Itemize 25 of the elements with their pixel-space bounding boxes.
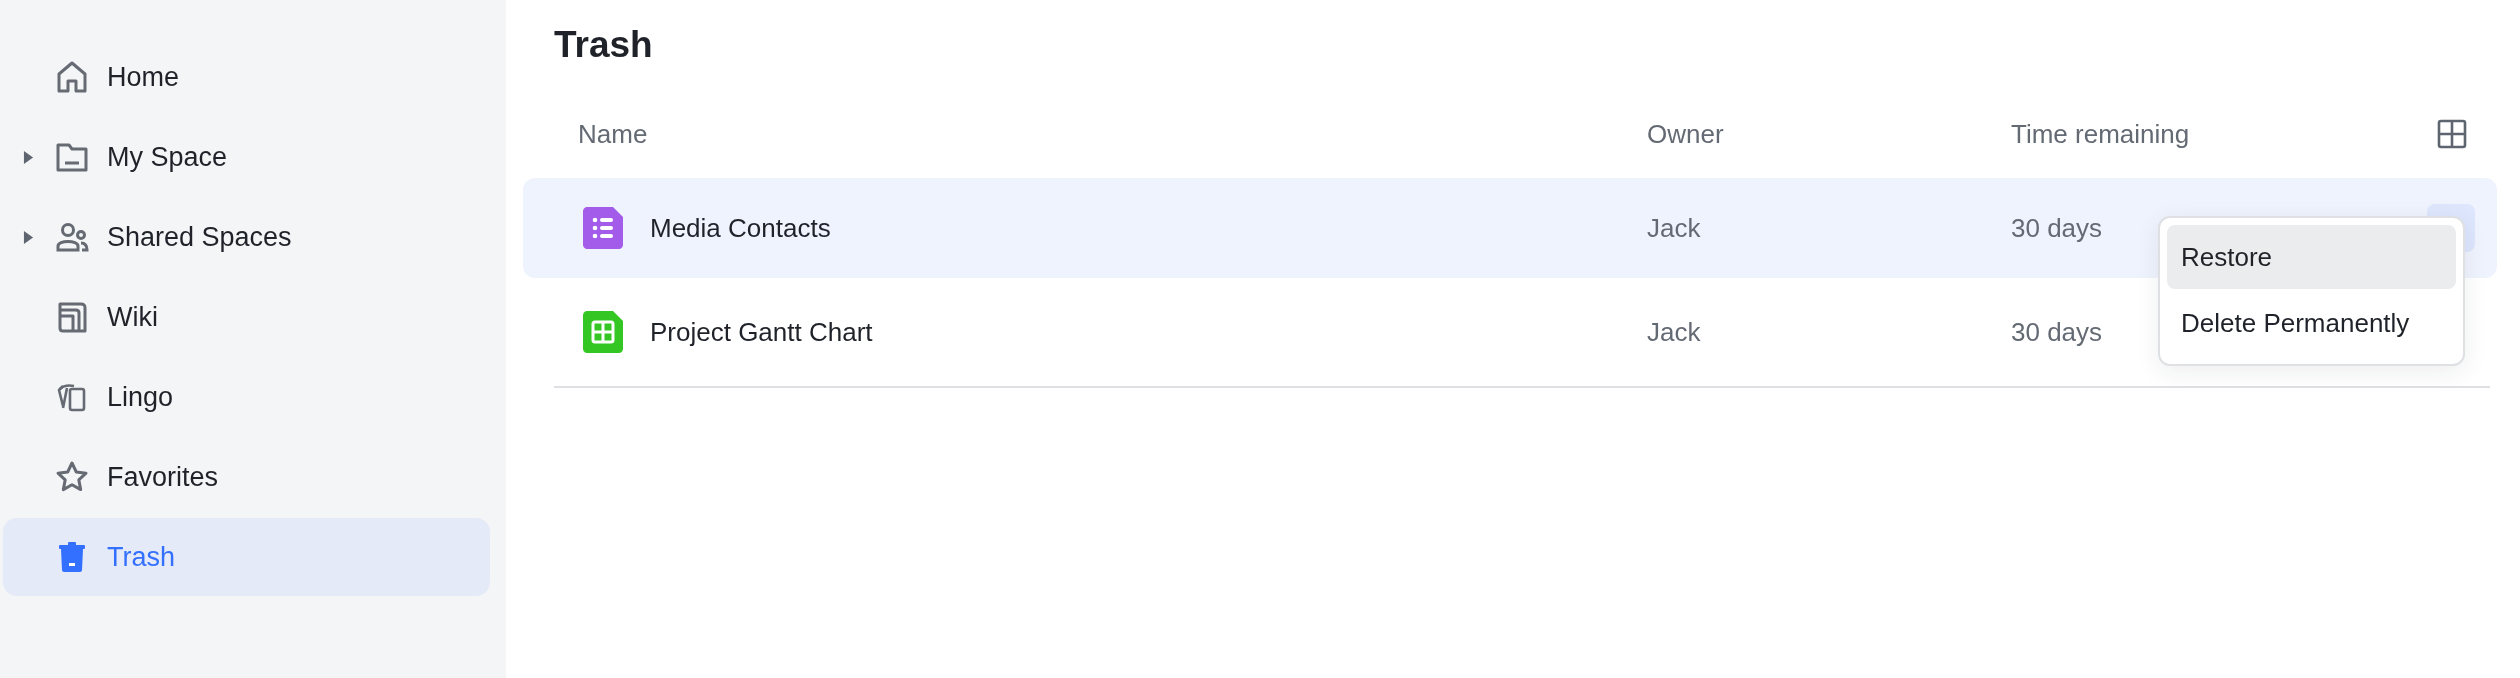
file-name: Project Gantt Chart <box>650 316 873 348</box>
expand-caret-icon[interactable] <box>23 149 34 165</box>
people-icon <box>55 220 89 254</box>
menu-item[interactable]: Restore <box>2167 225 2456 289</box>
sidebar-item[interactable]: Favorites <box>3 438 490 516</box>
sidebar-item[interactable]: Wiki <box>3 278 490 356</box>
star-icon <box>55 460 89 494</box>
sidebar-item[interactable]: Lingo <box>3 358 490 436</box>
home-icon <box>55 60 89 94</box>
time-remaining: 30 days <box>2011 212 2103 244</box>
column-header: Owner <box>1647 118 1725 150</box>
expand-caret-icon[interactable] <box>23 229 34 245</box>
time-remaining: 30 days <box>2011 316 2103 348</box>
owner-name: Jack <box>1647 212 1701 244</box>
owner-name: Jack <box>1647 316 1701 348</box>
menu-item[interactable]: Delete Permanently <box>2167 291 2456 355</box>
column-header: Time remaining <box>2011 118 2191 150</box>
file-name: Media Contacts <box>650 212 831 244</box>
sidebar-item[interactable]: Shared Spaces <box>3 198 490 276</box>
page-title: Trash <box>554 23 654 67</box>
sidebar-item[interactable]: My Space <box>3 118 490 196</box>
column-header: Name <box>577 118 649 150</box>
sidebar-item[interactable]: Trash <box>3 518 490 596</box>
grid-view-icon[interactable] <box>2437 119 2467 149</box>
sidebar-item[interactable]: Home <box>3 38 490 116</box>
